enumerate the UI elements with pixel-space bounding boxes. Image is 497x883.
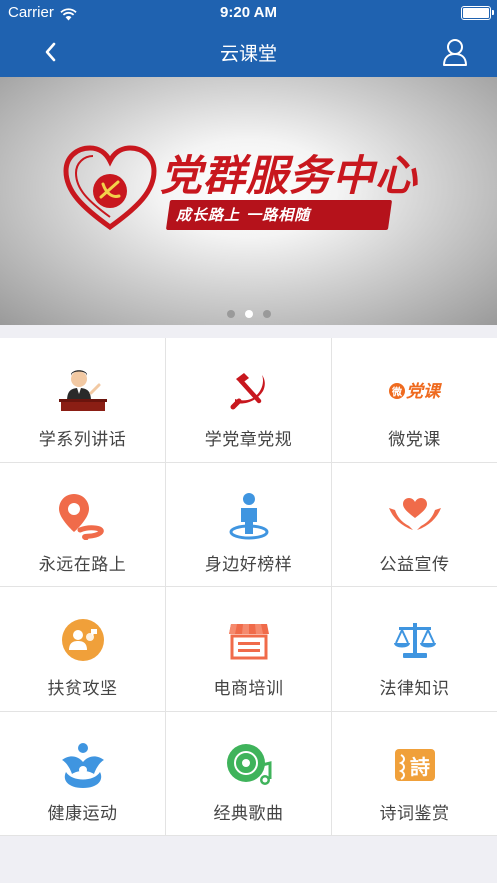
carousel-pagination — [0, 303, 497, 322]
grid-item-jiankang-yundong[interactable]: 健康运动 — [0, 711, 166, 836]
carousel-dot-active[interactable] — [244, 310, 253, 318]
grid-item-label: 电商培训 — [213, 679, 284, 699]
music-disc-icon — [221, 740, 277, 790]
banner-title: 党群服务中心 — [160, 151, 419, 200]
grid-item-shenbian-haobangyang[interactable]: 身边好榜样 — [166, 462, 332, 587]
chevron-left-icon — [45, 42, 56, 62]
grid-item-dangzhang-danggui[interactable]: 学党章党规 — [166, 338, 332, 463]
grid-item-shici-jianshang[interactable]: 詩 诗词鉴赏 — [332, 712, 497, 836]
svg-text:微: 微 — [391, 386, 403, 399]
svg-text:党课: 党课 — [406, 382, 442, 402]
scales-icon — [387, 615, 443, 665]
grid-item-falv-zhishi[interactable]: 法律知识 — [332, 587, 497, 712]
people-chat-icon — [55, 615, 111, 665]
grid-item-label: 学系列讲话 — [38, 430, 127, 450]
hammer-sickle-icon — [221, 366, 277, 416]
grid-item-weidangke[interactable]: 微 党课 微党课 — [332, 338, 497, 463]
grid-item-jingdian-gequ[interactable]: 经典歌曲 — [166, 711, 332, 836]
status-bar: Carrier 9:20 AM — [0, 0, 497, 27]
user-profile-button[interactable] — [439, 35, 471, 69]
banner-carousel[interactable]: 党群服务中心 成长路上 一路相随 — [0, 77, 497, 325]
grid-item-label: 公益宣传 — [379, 554, 450, 575]
grid-item-yongyuan-zailushang[interactable]: 永远在路上 — [0, 462, 166, 587]
grid-item-dianshang-peixun[interactable]: 电商培训 — [166, 587, 332, 712]
battery-icon — [461, 6, 494, 20]
page-title: 云课堂 — [219, 43, 277, 65]
carousel-dot[interactable] — [226, 310, 235, 318]
storefront-icon — [221, 615, 277, 665]
banner-subtitle: 成长路上 一路相随 — [176, 206, 311, 224]
nav-bar: 云课堂 — [0, 27, 497, 77]
grid-item-gongyi-xuanchuan[interactable]: 公益宣传 — [332, 463, 497, 587]
back-button[interactable] — [34, 35, 66, 69]
grid-item-label: 扶贫攻坚 — [47, 679, 118, 699]
grid-item-xilie-jianghua[interactable]: 学系列讲话 — [0, 338, 166, 463]
running-figures-icon — [55, 740, 111, 790]
grid-item-label: 永远在路上 — [38, 554, 127, 575]
grid-item-label: 诗词鉴赏 — [379, 803, 450, 824]
heart-hands-icon — [387, 491, 443, 541]
carousel-dot[interactable] — [262, 310, 271, 318]
status-time: 9:20 AM — [220, 4, 277, 21]
user-icon — [443, 39, 467, 66]
person-standing-icon — [221, 491, 277, 541]
grid-item-fupin-gongjian[interactable]: 扶贫攻坚 — [0, 587, 166, 712]
grid-item-label: 经典歌曲 — [213, 803, 284, 824]
weidangke-logo-icon: 微 党课 — [387, 366, 443, 416]
grid-item-label: 学党章党规 — [204, 430, 293, 450]
feature-grid: 学系列讲话 学党章党规 微 党课 微党课 永远在路上 身边好榜样 公益宣传 扶贫… — [0, 338, 497, 836]
grid-item-label: 身边好榜样 — [204, 554, 293, 575]
heart-party-logo-icon — [62, 145, 158, 237]
grid-item-label: 微党课 — [388, 430, 441, 450]
poem-scroll-icon: 詩 — [387, 740, 443, 790]
grid-item-label: 健康运动 — [47, 803, 118, 824]
svg-text:詩: 詩 — [410, 755, 430, 779]
grid-item-label: 法律知识 — [379, 679, 450, 699]
speaker-podium-icon — [55, 366, 111, 416]
map-pin-road-icon — [55, 491, 111, 541]
